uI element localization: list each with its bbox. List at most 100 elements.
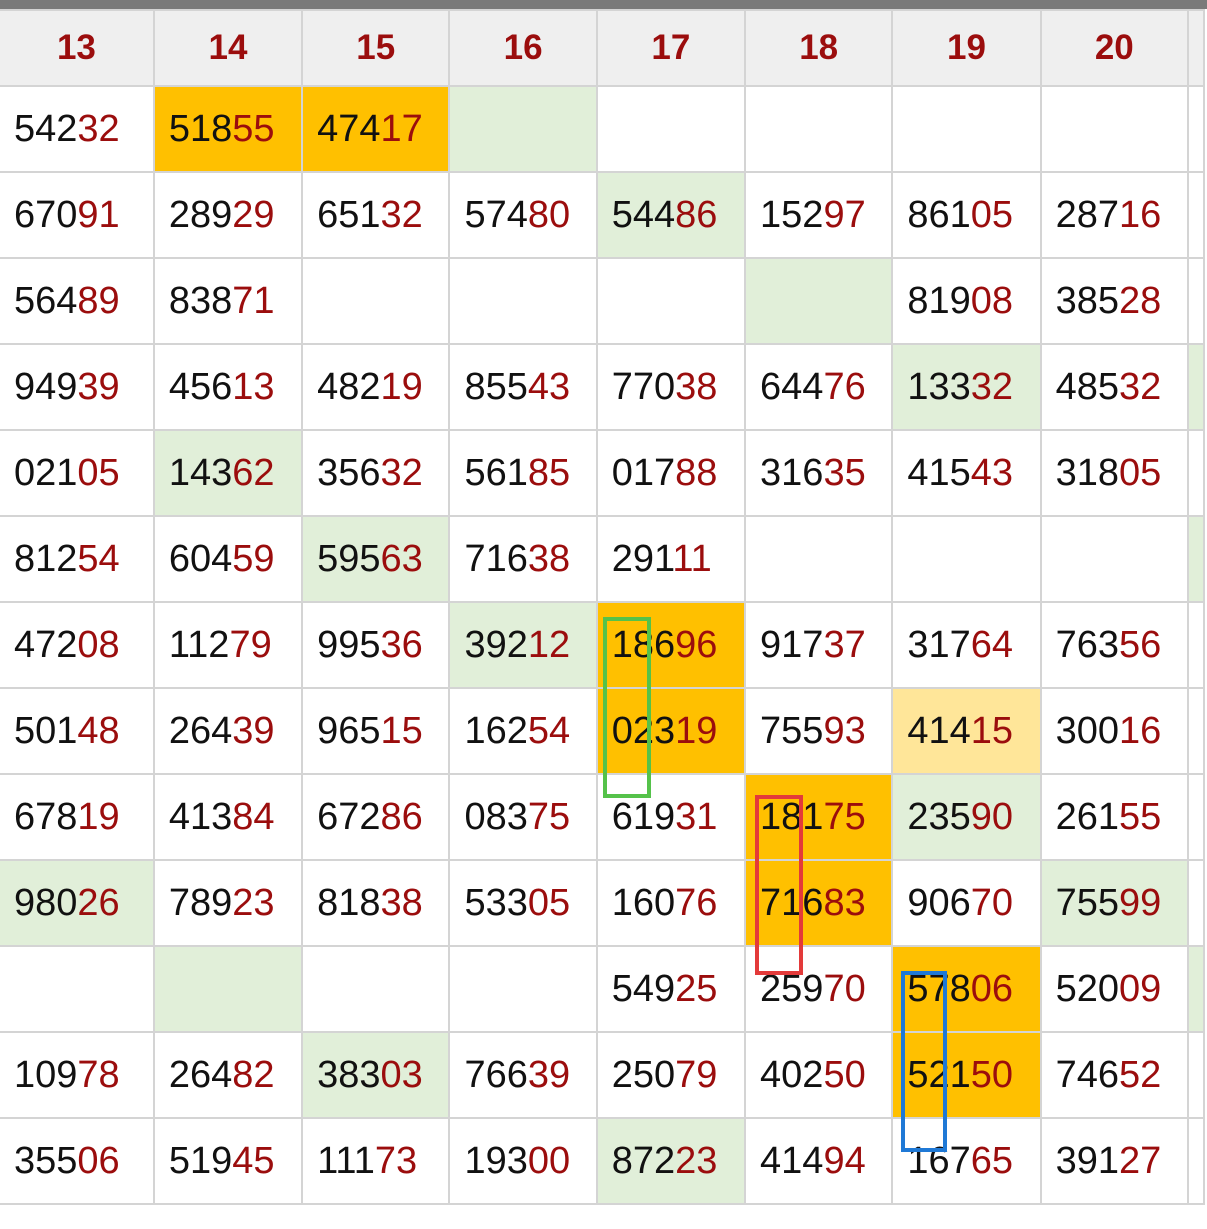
number-head: 021 [14, 451, 78, 494]
number-cell: 28716 [1039, 171, 1189, 259]
number-cell: 54486 [595, 171, 747, 259]
number-head: 392 [464, 623, 528, 666]
number-head: 152 [760, 193, 824, 236]
number-head: 746 [1055, 1053, 1120, 1096]
number-tail: 05 [1119, 451, 1162, 494]
number-tail: 08 [970, 279, 1014, 322]
number-tail: 39 [232, 709, 275, 752]
number-tail: 36 [380, 623, 423, 666]
number-head: 289 [168, 193, 233, 236]
number-head: 766 [464, 1053, 528, 1096]
results-grid: 13 14 15 16 17 18 19 20 54232 51855 47417 6… [0, 9, 1206, 1205]
number-tail: 79 [229, 623, 272, 666]
number-tail: 76 [823, 365, 866, 408]
number-tail: 59 [232, 537, 275, 580]
number-head: 162 [464, 709, 528, 752]
number-head: 316 [760, 451, 824, 494]
number-head: 383 [317, 1053, 381, 1096]
number-tail: 17 [380, 107, 423, 150]
number-cell: 26482 [152, 1031, 304, 1119]
number-cell: 50148 [0, 687, 155, 775]
number-tail: 54 [527, 709, 571, 752]
number-cell: 13332 [891, 343, 1042, 431]
number-cell: 10978 [0, 1031, 155, 1119]
number-cell: 83871 [152, 257, 304, 345]
number-tail: 12 [527, 623, 571, 666]
number-cell: 16076 [595, 859, 747, 947]
number-cell: 75593 [744, 687, 894, 775]
number-tail: 38 [380, 881, 423, 924]
number-tail: 16 [1119, 709, 1162, 752]
table-row: 47208 11279 99536 39212 18696 91737 31764 76356 [0, 601, 1206, 689]
number-tail: 89 [77, 279, 120, 322]
number-head: 193 [464, 1139, 528, 1182]
number-tail: 31 [675, 795, 718, 838]
number-head: 501 [14, 709, 78, 752]
edge-cell [1186, 515, 1206, 603]
edge-cell [1186, 343, 1206, 431]
number-tail: 19 [77, 795, 120, 838]
number-head: 533 [464, 881, 528, 924]
number-cell: 38303 [301, 1031, 451, 1119]
number-tail: 43 [970, 451, 1014, 494]
number-head: 906 [907, 881, 971, 924]
number-tail: 45 [232, 1139, 275, 1182]
number-head: 414 [760, 1139, 824, 1182]
number-tail: 15 [970, 709, 1014, 752]
number-head: 318 [1055, 451, 1120, 494]
column-header: 16 [448, 9, 598, 87]
table-row: 50148 26439 96515 16254 02319 75593 41415 30016 [0, 687, 1206, 775]
number-tail: 06 [77, 1139, 120, 1182]
number-tail: 54 [77, 537, 120, 580]
number-head: 287 [1055, 193, 1120, 236]
number-head: 111 [317, 1139, 375, 1182]
number-head: 017 [611, 451, 676, 494]
number-tail: 75 [823, 795, 866, 838]
number-cell: 11173 [301, 1117, 451, 1205]
number-head: 300 [1055, 709, 1120, 752]
grid-body: 54232 51855 47417 67091 28929 65132 57480 54486… [0, 85, 1206, 1205]
number-cell: 76639 [448, 1031, 598, 1119]
number-head: 678 [14, 795, 78, 838]
number-head: 356 [317, 451, 381, 494]
number-cell: 54232 [0, 85, 155, 173]
number-cell [891, 85, 1042, 173]
number-cell: 52009 [1039, 945, 1189, 1033]
number-tail: 86 [675, 193, 718, 236]
number-head: 143 [168, 451, 233, 494]
number-tail: 05 [77, 451, 120, 494]
number-cell: 59563 [301, 515, 451, 603]
number-cell [891, 515, 1042, 603]
number-cell: 47417 [301, 85, 451, 173]
number-cell: 31635 [744, 429, 894, 517]
number-head: 549 [611, 967, 676, 1010]
number-cell: 67286 [301, 773, 451, 861]
number-cell: 40250 [744, 1031, 894, 1119]
table-row: 35506 51945 11173 19300 87223 41494 16765 39127 [0, 1117, 1206, 1205]
number-head: 415 [907, 451, 971, 494]
number-tail: 79 [675, 1053, 718, 1096]
column-header-stub [1186, 9, 1206, 87]
number-cell: 81254 [0, 515, 155, 603]
number-cell [744, 257, 894, 345]
number-tail: 73 [374, 1139, 418, 1182]
number-cell: 56185 [448, 429, 598, 517]
number-tail: 37 [823, 623, 866, 666]
number-cell: 90670 [891, 859, 1042, 947]
blue-marker-box [901, 971, 947, 1152]
edge-cell [1186, 773, 1206, 861]
number-tail: 56 [1119, 623, 1162, 666]
number-cell: 41494 [744, 1117, 894, 1205]
number-tail: 63 [380, 537, 423, 580]
number-cell: 75599 [1039, 859, 1189, 947]
red-marker-box [755, 795, 803, 975]
table-row: 54925 25970 57806 52009 [0, 945, 1206, 1033]
number-tail: 86 [380, 795, 423, 838]
number-tail: 64 [970, 623, 1014, 666]
number-head: 564 [14, 279, 78, 322]
number-head: 818 [317, 881, 381, 924]
number-head: 595 [317, 537, 381, 580]
number-head: 812 [14, 537, 78, 580]
number-head: 861 [907, 193, 971, 236]
number-tail: 99 [1119, 881, 1162, 924]
